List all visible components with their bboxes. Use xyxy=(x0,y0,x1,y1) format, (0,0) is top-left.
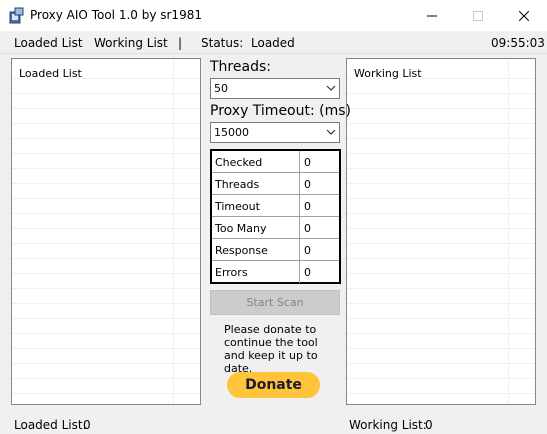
grid-line xyxy=(12,378,200,379)
donate-message: Please donate to continue the tool and k… xyxy=(224,323,318,375)
grid-line xyxy=(12,168,200,169)
grid-line xyxy=(347,303,535,304)
stats-row-errors: Errors 0 xyxy=(212,261,339,283)
stats-name: Threads xyxy=(215,178,260,191)
menu-loaded-list[interactable]: Loaded List xyxy=(14,36,83,50)
timeout-value: 15000 xyxy=(214,126,249,139)
grid-line xyxy=(12,333,200,334)
stats-name: Too Many xyxy=(215,222,267,235)
grid-line xyxy=(12,303,200,304)
grid-line xyxy=(12,93,200,94)
grid-line xyxy=(347,258,535,259)
grid-line xyxy=(12,318,200,319)
minimize-icon xyxy=(427,15,437,16)
column-divider xyxy=(508,59,509,404)
grid-line xyxy=(347,153,535,154)
app-icon xyxy=(9,7,24,24)
stats-value: 0 xyxy=(304,200,311,213)
grid-line xyxy=(12,273,200,274)
chevron-down-icon xyxy=(326,85,336,91)
close-button[interactable] xyxy=(501,0,547,31)
stats-name: Timeout xyxy=(215,200,260,213)
grid-line xyxy=(12,393,200,394)
grid-line xyxy=(347,333,535,334)
menu-working-list[interactable]: Working List xyxy=(94,36,168,50)
threads-label: Threads: xyxy=(210,59,271,75)
working-list-header: Working List xyxy=(354,67,422,80)
grid-line xyxy=(347,123,535,124)
grid-line xyxy=(12,243,200,244)
grid-line xyxy=(347,378,535,379)
grid-line xyxy=(347,363,535,364)
maximize-button[interactable] xyxy=(455,0,501,31)
grid-line xyxy=(347,228,535,229)
column-divider xyxy=(173,59,174,404)
donate-button[interactable]: Donate xyxy=(227,372,320,398)
stats-row-response: Response 0 xyxy=(212,239,339,261)
maximize-icon xyxy=(473,10,483,21)
grid-line xyxy=(347,138,535,139)
grid-line xyxy=(12,228,200,229)
grid-line xyxy=(347,273,535,274)
grid-line xyxy=(347,243,535,244)
grid-line xyxy=(347,288,535,289)
grid-line xyxy=(347,108,535,109)
start-scan-button[interactable]: Start Scan xyxy=(210,290,340,315)
grid-line xyxy=(12,153,200,154)
stats-value: 0 xyxy=(304,266,311,279)
grid-line xyxy=(347,93,535,94)
loaded-count: 0 xyxy=(83,418,91,432)
grid-line xyxy=(12,213,200,214)
grid-line xyxy=(347,318,535,319)
stats-name: Checked xyxy=(215,156,263,169)
grid-line xyxy=(347,168,535,169)
loaded-count-label: Loaded List: xyxy=(14,418,87,432)
stats-row-too-many: Too Many 0 xyxy=(212,217,339,239)
stats-row-checked: Checked 0 xyxy=(212,151,339,173)
stats-table: Checked 0 Threads 0 Timeout 0 Too Many 0… xyxy=(210,149,341,284)
timeout-dropdown[interactable]: 15000 xyxy=(210,122,340,143)
stats-row-threads: Threads 0 xyxy=(212,173,339,195)
grid-line xyxy=(12,363,200,364)
grid-line xyxy=(12,348,200,349)
stats-value: 0 xyxy=(304,178,311,191)
stats-value: 0 xyxy=(304,156,311,169)
grid-line xyxy=(347,198,535,199)
working-count: 0 xyxy=(425,418,433,432)
window-title: Proxy AIO Tool 1.0 by sr1981 xyxy=(30,8,202,22)
stats-value: 0 xyxy=(304,244,311,257)
menu-bar: Loaded List Working List | Status: Loade… xyxy=(0,31,547,54)
grid-line xyxy=(12,288,200,289)
stats-value: 0 xyxy=(304,222,311,235)
threads-dropdown[interactable]: 50 xyxy=(210,78,340,99)
minimize-button[interactable] xyxy=(409,0,455,31)
grid-line xyxy=(347,393,535,394)
chevron-down-icon xyxy=(326,129,336,135)
grid-line xyxy=(12,198,200,199)
clock: 09:55:03 xyxy=(491,36,545,50)
grid-line xyxy=(12,123,200,124)
grid-line xyxy=(12,183,200,184)
grid-line xyxy=(347,348,535,349)
threads-value: 50 xyxy=(214,82,228,95)
close-icon xyxy=(519,10,529,21)
loaded-list-header: Loaded List xyxy=(19,67,82,80)
working-count-label: Working List: xyxy=(349,418,427,432)
grid-line xyxy=(12,138,200,139)
grid-line xyxy=(12,108,200,109)
stats-name: Response xyxy=(215,244,268,257)
menu-separator: | xyxy=(178,36,183,50)
grid-line xyxy=(347,213,535,214)
status-value: Loaded xyxy=(251,36,295,50)
working-list-panel[interactable]: Working List xyxy=(346,58,536,405)
grid-line xyxy=(12,258,200,259)
title-bar: Proxy AIO Tool 1.0 by sr1981 xyxy=(0,0,547,31)
status-bar: Loaded List: 0 Working List: 0 xyxy=(0,412,547,434)
stats-name: Errors xyxy=(215,266,248,279)
stats-row-timeout: Timeout 0 xyxy=(212,195,339,217)
status-label: Status: xyxy=(201,36,244,50)
grid-line xyxy=(347,183,535,184)
timeout-label: Proxy Timeout: (ms) xyxy=(210,103,352,119)
loaded-list-panel[interactable]: Loaded List xyxy=(11,58,201,405)
